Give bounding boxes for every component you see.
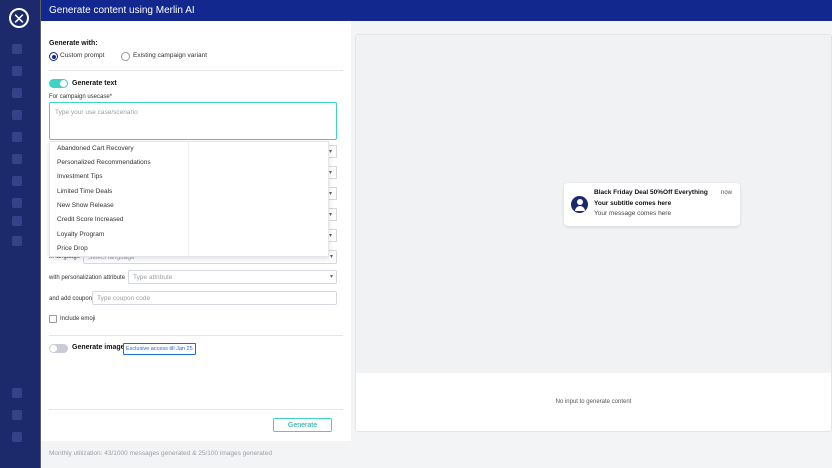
suggestion-item[interactable]: Loyalty Program (57, 231, 104, 238)
nav-icon[interactable] (12, 66, 22, 76)
nav-icon[interactable] (12, 132, 22, 142)
suggestion-item[interactable]: Credit Score Increased (57, 216, 123, 223)
usecase-input[interactable]: Type your use case/scenario (49, 102, 337, 140)
modal-title: Generate content using Merlin AI (41, 0, 832, 21)
suggestion-item[interactable]: Personalized Recommendations (57, 159, 151, 166)
preview-area: Black Friday Deal 50%Off Everything now … (356, 35, 831, 373)
nav-icon[interactable] (12, 432, 22, 442)
usecase-suggestions-dropdown: Abandoned Cart Recovery Personalized Rec… (49, 141, 329, 257)
suggestion-item[interactable]: Limited Time Deals (57, 188, 112, 195)
generate-image-toggle[interactable] (49, 344, 68, 353)
radio-custom-prompt[interactable] (49, 52, 58, 61)
user-avatar-icon (571, 196, 588, 213)
preview-panel: Black Friday Deal 50%Off Everything now … (355, 34, 832, 432)
nav-icon[interactable] (12, 198, 22, 208)
include-emoji-label[interactable]: Include emoji (60, 316, 95, 322)
empty-state-message: No input to generate content (555, 399, 632, 405)
monthly-utilization: Monthly utilization: 43/1000 messages ge… (49, 450, 272, 457)
close-icon[interactable]: ✕ (9, 8, 29, 28)
generate-content-modal: Generate content using Merlin AI Generat… (41, 0, 832, 468)
nav-icon[interactable] (12, 88, 22, 98)
notification-subtitle: Your subtitle comes here (594, 200, 672, 207)
nav-icon[interactable] (12, 388, 22, 398)
nav-icon[interactable] (12, 410, 22, 420)
generate-text-toggle[interactable] (49, 79, 68, 88)
radio-existing-variant-label[interactable]: Existing campaign variant (133, 52, 207, 59)
generate-with-label: Generate with: (49, 40, 98, 47)
coupon-input[interactable]: Type coupon code (92, 291, 337, 305)
radio-custom-prompt-label[interactable]: Custom prompt (60, 52, 104, 59)
divider (49, 335, 343, 336)
coupon-label: and add coupon (49, 296, 93, 302)
nav-icon[interactable] (12, 236, 22, 246)
app-sidebar: ✕ (0, 0, 40, 468)
include-emoji-checkbox[interactable] (49, 315, 57, 323)
generate-image-label: Generate image (72, 344, 125, 351)
nav-icon[interactable] (12, 176, 22, 186)
exclusive-access-badge: Exclusive access till Jan 25 (123, 343, 196, 355)
attribute-select[interactable]: Type attribute ▾ (128, 270, 337, 284)
notification-time: now (720, 190, 732, 196)
usecase-label: For campaign usecase* (49, 94, 113, 100)
divider (49, 409, 343, 410)
generate-text-label: Generate text (72, 80, 117, 87)
chevron-down-icon: ▾ (329, 254, 333, 260)
notification-message: Your message comes here (594, 210, 672, 217)
suggestion-item[interactable]: Abandoned Cart Recovery (57, 145, 134, 152)
attribute-placeholder: Type attribute (133, 274, 173, 281)
generate-button[interactable]: Generate (273, 418, 332, 432)
suggestion-item[interactable]: Investment Tips (57, 173, 103, 180)
chevron-down-icon: ▾ (329, 274, 333, 280)
nav-icon[interactable] (12, 110, 22, 120)
nav-icon[interactable] (12, 44, 22, 54)
radio-existing-variant[interactable] (121, 52, 130, 61)
notification-preview: Black Friday Deal 50%Off Everything now … (564, 183, 740, 226)
suggestion-item[interactable]: New Show Release (57, 202, 114, 209)
notification-title: Black Friday Deal 50%Off Everything (594, 189, 708, 196)
suggestion-item[interactable]: Price Drop (57, 245, 88, 252)
attribute-label: with personalization attribute (49, 275, 126, 281)
divider (49, 70, 343, 71)
nav-icon[interactable] (12, 216, 22, 226)
nav-icon[interactable] (12, 154, 22, 164)
